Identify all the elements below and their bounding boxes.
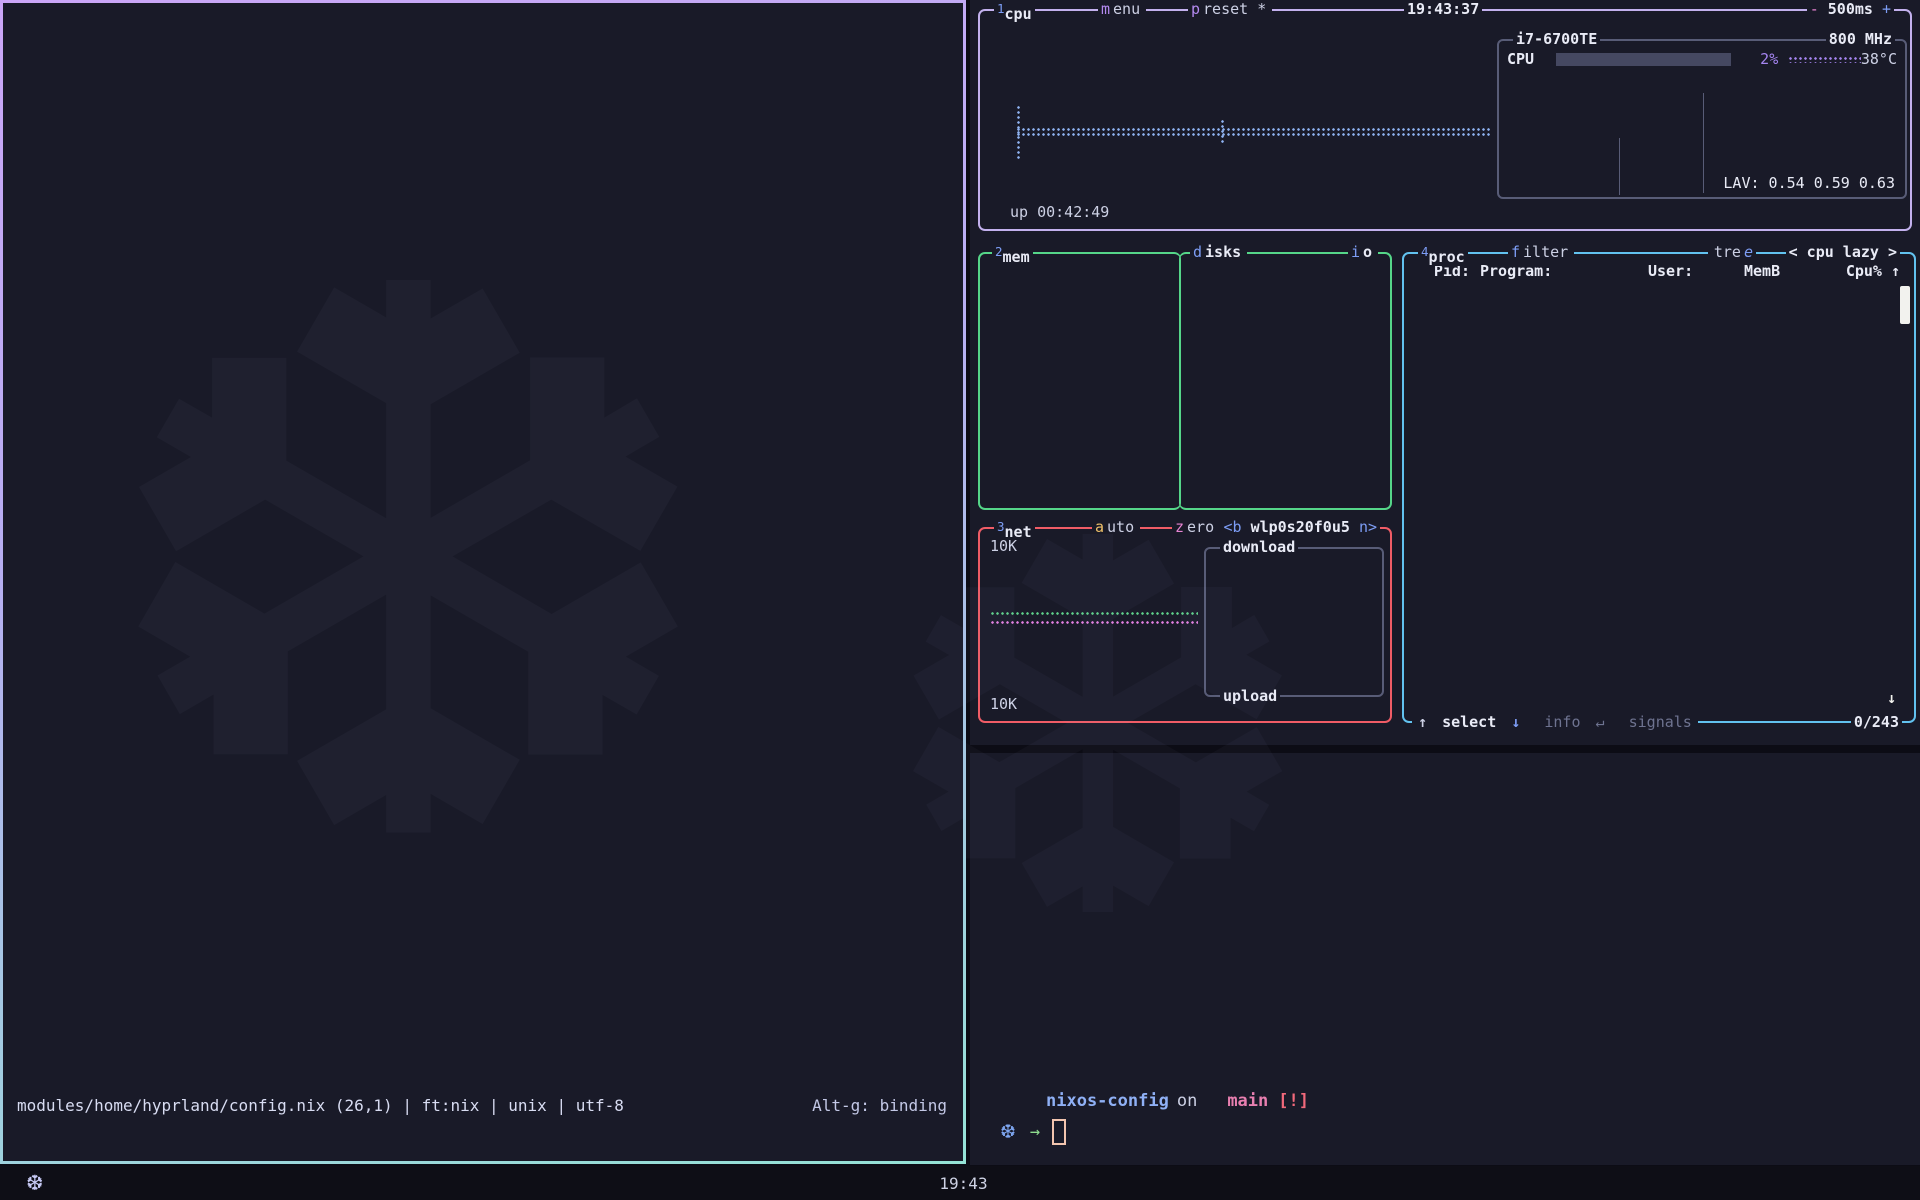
btop-window: 1cpu menu preset * 19:43:37 - 500ms + up… [970, 0, 1920, 745]
preset-button[interactable]: preset * [1188, 0, 1272, 18]
uptime-label: up 00:42:49 [1010, 203, 1109, 221]
cpu-frequency: 800 MHz [1826, 30, 1895, 48]
io-tab[interactable]: io [1348, 243, 1378, 261]
clock-module[interactable]: 19:43 [0, 1174, 1920, 1193]
net-zero-button[interactable]: zero [1172, 518, 1220, 536]
proc-scroll-down-arrow: ↓ [1887, 689, 1896, 707]
git-branch-name: main [1227, 1091, 1268, 1111]
prompt-directory: nixos-config [1046, 1091, 1169, 1111]
terminal-cursor [1052, 1119, 1066, 1145]
nix-snowflake-icon: ❆ [1000, 1121, 1016, 1143]
core-grid-divider [1619, 138, 1620, 195]
proc-signals-button[interactable]: signals [1626, 713, 1695, 731]
download-label: download [1220, 538, 1298, 556]
proc-sort-selector[interactable]: < cpu lazy > [1786, 243, 1900, 261]
btop-net-panel: 3net auto zero <b wlp0s20f0u5 n> 10K 10K… [978, 527, 1392, 723]
btop-clock: 19:43:37 [1404, 0, 1482, 18]
cpu-temp-graph [1788, 56, 1861, 63]
cpu-usage-graph [1016, 127, 1490, 137]
menu-button[interactable]: menu [1098, 0, 1146, 18]
cpu-total-row: CPU 2% 38°C [1499, 48, 1905, 71]
proc-scrollbar[interactable] [1900, 286, 1910, 324]
net-scale-bottom: 10K [990, 695, 1017, 713]
statusline-keyhint: Alt-g: binding [812, 1096, 947, 1115]
proc-tree-button[interactable]: tree [1708, 243, 1756, 261]
btop-proc-panel: 4proc filter tree < cpu lazy > Pid: Prog… [1402, 252, 1916, 723]
cpu-core-box: i7-6700TE 800 MHz CPU 2% 38°C LAV: 0.54 … [1497, 39, 1907, 199]
net-download-graph [990, 611, 1198, 616]
clock-time: 19:43 [939, 1174, 987, 1193]
net-iface-next-button[interactable]: n> [1359, 518, 1377, 536]
proc-select-button[interactable]: select [1439, 713, 1499, 731]
cpu-panel-index: 1 [997, 1, 1005, 16]
btop-mem-panel: 2mem [978, 252, 1181, 510]
proc-filter-button[interactable]: filter [1508, 243, 1574, 261]
git-branch-icon [1205, 1093, 1223, 1110]
cpu-tab[interactable]: cpu [1005, 5, 1032, 23]
cpu-model: i7-6700TE [1513, 30, 1600, 48]
mem-panel-index: 2 [995, 244, 1003, 259]
shell-prompt: nixos-config on main [!] [1000, 1091, 1309, 1111]
net-upload-graph [990, 620, 1198, 625]
disks-tab[interactable]: disks [1190, 243, 1247, 261]
load-average: LAV: 0.54 0.59 0.63 [1723, 174, 1895, 192]
terminal-window[interactable]: nixos-config on main [!] ❆ → [970, 753, 1920, 1165]
cpu-total-pct: 2% [1739, 50, 1778, 68]
net-iface-prev-button[interactable]: <b [1223, 518, 1241, 536]
mem-tab[interactable]: mem [1003, 248, 1030, 266]
shell-input-line[interactable]: ❆ → [1000, 1119, 1066, 1145]
core-column-divider [1703, 93, 1704, 193]
proc-tab[interactable]: proc [1429, 248, 1465, 266]
proc-count: 0/243 [1851, 713, 1902, 731]
interval-minus-button[interactable]: - [1810, 0, 1819, 18]
btop-disks-panel: disks io [1179, 252, 1392, 510]
open-folder-icon [1000, 1093, 1024, 1110]
prompt-arrow-icon: → [1030, 1122, 1040, 1142]
proc-panel-index: 4 [1421, 244, 1429, 259]
net-interface: wlp0s20f0u5 [1251, 518, 1350, 536]
upload-label: upload [1220, 687, 1280, 705]
cpu-total-temp: 38°C [1861, 50, 1897, 68]
git-dirty-status: [!] [1278, 1091, 1309, 1111]
editor-pane[interactable]: modules/home/hyprland/config.nix (26,1) … [3, 3, 963, 1161]
editor-window: modules/home/hyprland/config.nix (26,1) … [0, 0, 966, 1164]
update-interval: 500ms [1828, 0, 1873, 18]
net-stats-box: download upload [1204, 547, 1384, 697]
cpu-total-meter [1556, 53, 1731, 66]
btop-cpu-panel: 1cpu menu preset * 19:43:37 - 500ms + up… [978, 9, 1912, 231]
editor-statusline: modules/home/hyprland/config.nix (26,1) … [17, 1096, 947, 1115]
waybar: ❆ 19:43 [0, 1166, 1920, 1200]
net-panel-index: 3 [997, 519, 1005, 534]
net-auto-button[interactable]: auto [1092, 518, 1140, 536]
statusline-file-info: modules/home/hyprland/config.nix (26,1) … [17, 1096, 624, 1115]
net-scale-top: 10K [990, 537, 1017, 555]
interval-plus-button[interactable]: + [1882, 0, 1891, 18]
proc-info-button[interactable]: info [1541, 713, 1583, 731]
